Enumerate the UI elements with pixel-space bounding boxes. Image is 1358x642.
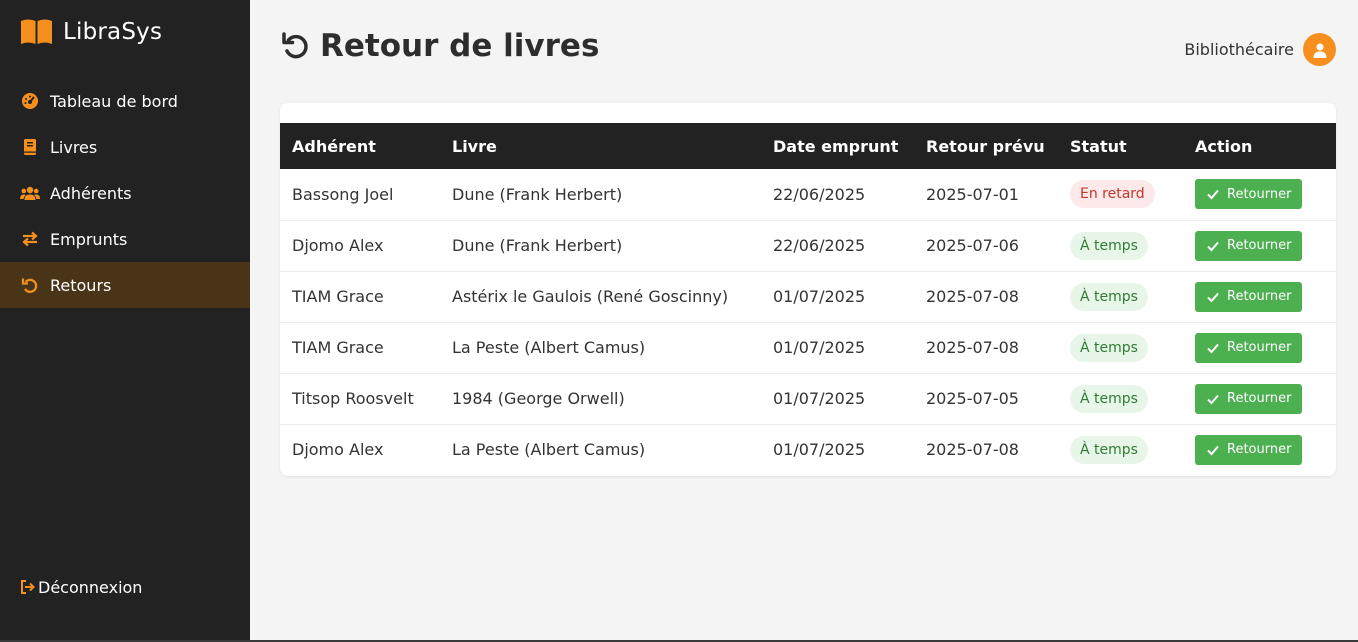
return-button-label: Retourner <box>1227 238 1292 253</box>
sidebar-item-returns[interactable]: Retours <box>0 262 250 308</box>
check-icon <box>1206 290 1220 304</box>
status-badge: À temps <box>1070 384 1148 413</box>
check-icon <box>1206 392 1220 406</box>
page-title: Retour de livres <box>320 28 600 64</box>
cell-due-date: 2025-07-08 <box>926 338 1019 357</box>
column-header-member: Adhérent <box>292 136 376 156</box>
cell-book: Dune (Frank Herbert) <box>452 184 623 204</box>
cell-due-date: 2025-07-06 <box>926 236 1019 255</box>
column-header-action: Action <box>1195 136 1253 156</box>
column-header-book: Livre <box>452 136 497 156</box>
cell-book: La Peste (Albert Camus) <box>452 338 646 357</box>
user-role-label: Bibliothécaire <box>1184 40 1294 59</box>
book-icon <box>20 137 40 157</box>
sidebar-item-books[interactable]: Livres <box>0 124 250 170</box>
sidebar-nav: Tableau de bord Livres Adhérents Emprunt… <box>0 78 250 308</box>
cell-due-date: 2025-07-05 <box>926 389 1019 408</box>
undo-icon <box>280 30 312 62</box>
return-button-label: Retourner <box>1227 340 1292 355</box>
user-menu[interactable]: Bibliothécaire <box>1184 33 1336 66</box>
cell-book: Dune (Frank Herbert) <box>452 236 623 255</box>
cell-book: Astérix le Gaulois (René Goscinny) <box>452 287 729 306</box>
return-button-label: Retourner <box>1227 442 1292 458</box>
return-button[interactable]: Retourner <box>1195 179 1303 210</box>
return-button-label: Retourner <box>1227 391 1292 406</box>
page-header: Retour de livres <box>280 28 599 64</box>
cell-loan-date: 22/06/2025 <box>773 184 866 204</box>
dashboard-icon <box>20 91 40 111</box>
sidebar-item-members[interactable]: Adhérents <box>0 170 250 216</box>
cell-due-date: 2025-07-08 <box>926 287 1019 306</box>
cell-loan-date: 01/07/2025 <box>773 440 866 460</box>
table-row: Djomo Alex La Peste (Albert Camus) 01/07… <box>280 424 1336 475</box>
cell-loan-date: 22/06/2025 <box>773 236 866 255</box>
return-button[interactable]: Retourner <box>1195 434 1303 465</box>
undo-icon <box>20 275 40 295</box>
cell-member: Titsop Roosvelt <box>292 389 414 408</box>
check-icon <box>1206 187 1220 201</box>
status-badge: À temps <box>1070 333 1148 362</box>
return-button[interactable]: Retourner <box>1195 332 1303 363</box>
status-badge: À temps <box>1070 435 1148 464</box>
app-logo[interactable]: LibraSys <box>20 16 162 48</box>
cell-member: TIAM Grace <box>292 338 384 357</box>
table-row: Titsop Roosvelt 1984 (George Orwell) 01/… <box>280 373 1336 424</box>
return-button[interactable]: Retourner <box>1195 281 1303 312</box>
check-icon <box>1206 239 1220 253</box>
table-row: TIAM Grace La Peste (Albert Camus) 01/07… <box>280 322 1336 373</box>
open-book-icon <box>20 18 53 46</box>
sidebar-item-label: Livres <box>50 137 98 157</box>
cell-member: TIAM Grace <box>292 287 384 306</box>
table-row: TIAM Grace Astérix le Gaulois (René Gosc… <box>280 271 1336 322</box>
app-name: LibraSys <box>63 19 163 45</box>
user-avatar-icon[interactable] <box>1303 33 1336 66</box>
column-header-status: Statut <box>1070 136 1127 156</box>
sign-out-icon <box>20 577 36 597</box>
return-button[interactable]: Retourner <box>1195 383 1303 414</box>
check-icon <box>1206 443 1220 457</box>
cell-member: Djomo Alex <box>292 236 384 255</box>
return-button[interactable]: Retourner <box>1195 230 1303 261</box>
returns-card: Adhérent Livre Date emprunt Retour prévu… <box>280 103 1336 476</box>
cell-due-date: 2025-07-08 <box>926 440 1019 460</box>
cell-loan-date: 01/07/2025 <box>773 338 866 357</box>
return-button-label: Retourner <box>1227 289 1292 304</box>
table-row: Djomo Alex Dune (Frank Herbert) 22/06/20… <box>280 220 1336 271</box>
cell-loan-date: 01/07/2025 <box>773 287 866 306</box>
status-badge: À temps <box>1070 282 1148 311</box>
check-icon <box>1206 341 1220 355</box>
sidebar-item-dashboard[interactable]: Tableau de bord <box>0 78 250 124</box>
return-button-label: Retourner <box>1227 186 1292 202</box>
users-icon <box>20 183 40 203</box>
status-badge: À temps <box>1070 231 1148 260</box>
logout-label: Déconnexion <box>38 577 143 597</box>
sidebar-item-loans[interactable]: Emprunts <box>0 216 250 262</box>
column-header-loan-date: Date emprunt <box>773 136 899 156</box>
sidebar-item-label: Retours <box>50 275 112 295</box>
sidebar: LibraSys Tableau de bord Livres Adhérent… <box>0 0 250 640</box>
table-header-row: Adhérent Livre Date emprunt Retour prévu… <box>280 123 1336 169</box>
cell-due-date: 2025-07-01 <box>926 184 1019 204</box>
sidebar-item-label: Emprunts <box>50 229 128 249</box>
status-badge: En retard <box>1070 180 1155 209</box>
exchange-icon <box>20 229 40 249</box>
returns-table: Adhérent Livre Date emprunt Retour prévu… <box>280 123 1336 475</box>
cell-member: Djomo Alex <box>292 440 384 460</box>
logout-link[interactable]: Déconnexion <box>20 577 142 597</box>
column-header-due-date: Retour prévu <box>926 136 1045 156</box>
cell-loan-date: 01/07/2025 <box>773 389 866 408</box>
cell-book: 1984 (George Orwell) <box>452 389 625 408</box>
sidebar-item-label: Adhérents <box>50 183 132 203</box>
cell-book: La Peste (Albert Camus) <box>452 440 646 460</box>
cell-member: Bassong Joel <box>292 184 394 204</box>
table-row: Bassong Joel Dune (Frank Herbert) 22/06/… <box>280 169 1336 220</box>
sidebar-item-label: Tableau de bord <box>50 91 178 111</box>
